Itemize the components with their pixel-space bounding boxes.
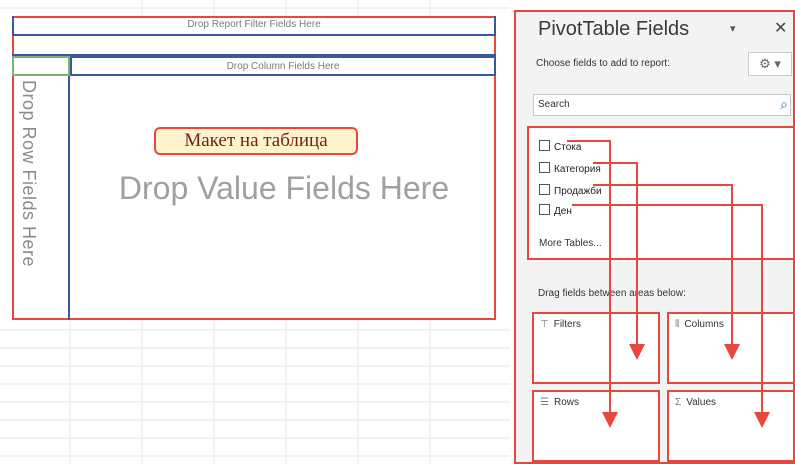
columns-area-label: Columns	[684, 319, 724, 330]
field-checkbox[interactable]	[539, 162, 550, 173]
close-icon[interactable]: ✕	[774, 18, 787, 38]
field-item-den[interactable]: Ден	[539, 204, 572, 217]
drag-fields-label: Drag fields between areas below:	[538, 288, 686, 299]
field-label: Стока	[554, 142, 582, 153]
field-item-prodazhbi[interactable]: Продажби	[539, 184, 602, 197]
columns-icon: ⦀	[675, 319, 680, 330]
columns-area[interactable]: ⦀ Columns	[667, 312, 795, 384]
pivot-corner-cell	[12, 56, 70, 76]
field-list: Стока Категория Продажби Ден More Tables…	[527, 126, 795, 260]
choose-fields-label: Choose fields to add to report:	[536, 58, 670, 69]
row-zone-text: Drop Row Fields Here	[19, 80, 39, 268]
search-placeholder: Search	[538, 99, 570, 110]
field-checkbox[interactable]	[539, 184, 550, 195]
search-icon[interactable]: ⌕	[780, 96, 788, 113]
pane-title: PivotTable Fields	[538, 18, 690, 40]
tools-gear-button[interactable]: ⚙ ▾	[748, 52, 792, 76]
field-label: Ден	[554, 206, 572, 217]
field-item-kategoria[interactable]: Категория	[539, 162, 601, 175]
sigma-icon: Σ	[675, 397, 682, 408]
field-search-input[interactable]: Search ⌕	[533, 94, 791, 116]
filters-area-label: Filters	[553, 319, 581, 330]
rows-area-label: Rows	[553, 397, 579, 408]
report-filter-drop-zone[interactable]: Drop Report Filter Fields Here	[12, 16, 496, 36]
field-label: Продажби	[554, 186, 602, 197]
values-area[interactable]: Σ Values	[667, 390, 795, 462]
pane-options-dropdown-icon[interactable]: ▾	[730, 22, 736, 35]
field-label: Категория	[554, 164, 601, 175]
column-zone-text: Drop Column Fields Here	[226, 61, 340, 72]
filters-area[interactable]: ⊤ Filters	[532, 312, 660, 384]
values-area-label: Values	[686, 397, 717, 408]
field-checkbox[interactable]	[539, 204, 550, 215]
value-zone-text[interactable]: Drop Value Fields Here	[72, 170, 496, 207]
row-drop-zone[interactable]: Drop Row Fields Here	[12, 76, 70, 320]
filter-row-divider	[12, 36, 496, 56]
spreadsheet-area: Drop Report Filter Fields Here Drop Colu…	[0, 0, 510, 464]
column-drop-zone[interactable]: Drop Column Fields Here	[70, 56, 496, 76]
more-tables-link[interactable]: More Tables...	[539, 238, 602, 249]
field-item-stoka[interactable]: Стока	[539, 140, 581, 153]
report-filter-zone-text: Drop Report Filter Fields Here	[187, 19, 321, 30]
filter-icon: ⊤	[540, 319, 549, 330]
rows-icon: ☰	[540, 397, 549, 408]
rows-area[interactable]: ☰ Rows	[532, 390, 660, 462]
layout-annotation-label: Макет на таблица	[154, 127, 358, 155]
field-checkbox[interactable]	[539, 140, 550, 151]
